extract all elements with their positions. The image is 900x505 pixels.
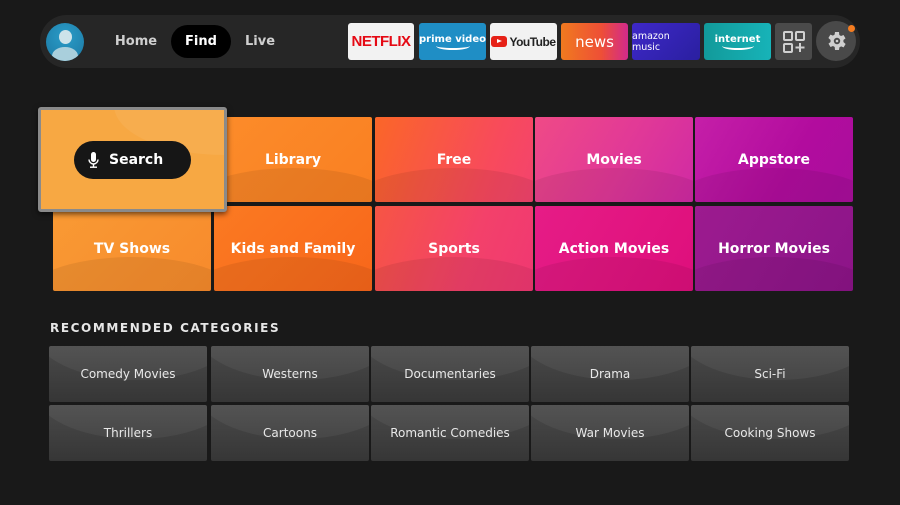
tile-label: Kids and Family (230, 240, 356, 257)
category-westerns[interactable]: Westerns (211, 346, 369, 402)
tile-decoration (375, 168, 533, 202)
category-cartoons[interactable]: Cartoons (211, 405, 369, 461)
profile-avatar[interactable] (46, 23, 84, 61)
tile-label: Action Movies (558, 240, 670, 257)
tile-horror-movies[interactable]: Horror Movies (695, 206, 853, 291)
tile-label: Movies (586, 151, 642, 168)
tile-label: Library (264, 151, 322, 168)
category-label: Cartoons (263, 426, 317, 440)
category-label: War Movies (575, 426, 645, 440)
nav-live[interactable]: Live (232, 25, 288, 58)
app-internet[interactable]: internet (704, 23, 771, 60)
tile-label: Free (436, 151, 472, 168)
tile-decoration (375, 257, 533, 291)
nav-home[interactable]: Home (106, 25, 166, 58)
tile-label: Sports (428, 240, 480, 257)
category-label: Documentaries (404, 367, 496, 381)
category-war-movies[interactable]: War Movies (531, 405, 689, 461)
app-amazon-music[interactable]: amazon music (632, 23, 700, 60)
tile-free[interactable]: Free (375, 117, 533, 202)
tile-appstore[interactable]: Appstore (695, 117, 853, 202)
category-label: Drama (589, 367, 631, 381)
apps-grid-icon (782, 30, 805, 53)
avatar-head-shape (59, 30, 72, 44)
app-amazon-music-label: amazon music (632, 30, 670, 53)
microphone-icon (88, 152, 99, 168)
app-netflix-label: NETFLIX (351, 33, 412, 50)
category-label: Sci-Fi (754, 367, 786, 381)
app-netflix[interactable]: NETFLIX (348, 23, 414, 60)
category-romantic-comedies[interactable]: Romantic Comedies (371, 405, 529, 461)
tile-movies[interactable]: Movies (535, 117, 693, 202)
tile-kids-and-family[interactable]: Kids and Family (214, 206, 372, 291)
category-cooking-shows[interactable]: Cooking Shows (691, 405, 849, 461)
app-youtube-label: YouTube (509, 34, 556, 49)
category-drama[interactable]: Drama (531, 346, 689, 402)
category-label: Thrillers (103, 426, 153, 440)
tile-decoration (695, 257, 853, 291)
tile-decoration (535, 257, 693, 291)
tile-decoration (53, 257, 211, 291)
gear-icon (828, 32, 846, 50)
app-news-label: news (575, 32, 614, 51)
category-thrillers[interactable]: Thrillers (49, 405, 207, 461)
app-prime-video[interactable]: prime video (419, 23, 486, 60)
tile-label: Horror Movies (718, 240, 830, 257)
avatar-body-shape (52, 47, 78, 61)
tile-decoration (214, 168, 372, 202)
top-navigation-bar: Home Find Live NETFLIX prime video YouTu… (40, 15, 860, 68)
tile-label: TV Shows (93, 240, 171, 257)
all-apps-button[interactable] (775, 23, 812, 60)
recommended-categories-heading: RECOMMENDED CATEGORIES (50, 321, 281, 335)
category-comedy-movies[interactable]: Comedy Movies (49, 346, 207, 402)
notification-dot (848, 25, 855, 32)
category-label: Comedy Movies (80, 367, 176, 381)
youtube-play-icon (491, 36, 508, 47)
category-label: Romantic Comedies (390, 426, 510, 440)
search-tile[interactable]: Search (38, 107, 227, 212)
category-label: Westerns (262, 367, 318, 381)
tile-tv-shows[interactable]: TV Shows (53, 206, 211, 291)
app-news[interactable]: news (561, 23, 628, 60)
smile-arrow-icon (435, 42, 470, 50)
category-documentaries[interactable]: Documentaries (371, 346, 529, 402)
tile-action-movies[interactable]: Action Movies (535, 206, 693, 291)
tile-sports[interactable]: Sports (375, 206, 533, 291)
category-sci-fi[interactable]: Sci-Fi (691, 346, 849, 402)
search-label: Search (109, 152, 164, 168)
nav-find[interactable]: Find (171, 25, 231, 58)
tile-decoration (214, 257, 372, 291)
tile-library[interactable]: Library (214, 117, 372, 202)
tile-label: Appstore (738, 151, 810, 168)
search-button[interactable]: Search (74, 141, 191, 179)
smile-arrow-icon (721, 42, 754, 50)
app-youtube[interactable]: YouTube (490, 23, 557, 60)
category-label: Cooking Shows (724, 426, 816, 440)
tile-decoration (535, 168, 693, 202)
tile-decoration (695, 168, 853, 202)
